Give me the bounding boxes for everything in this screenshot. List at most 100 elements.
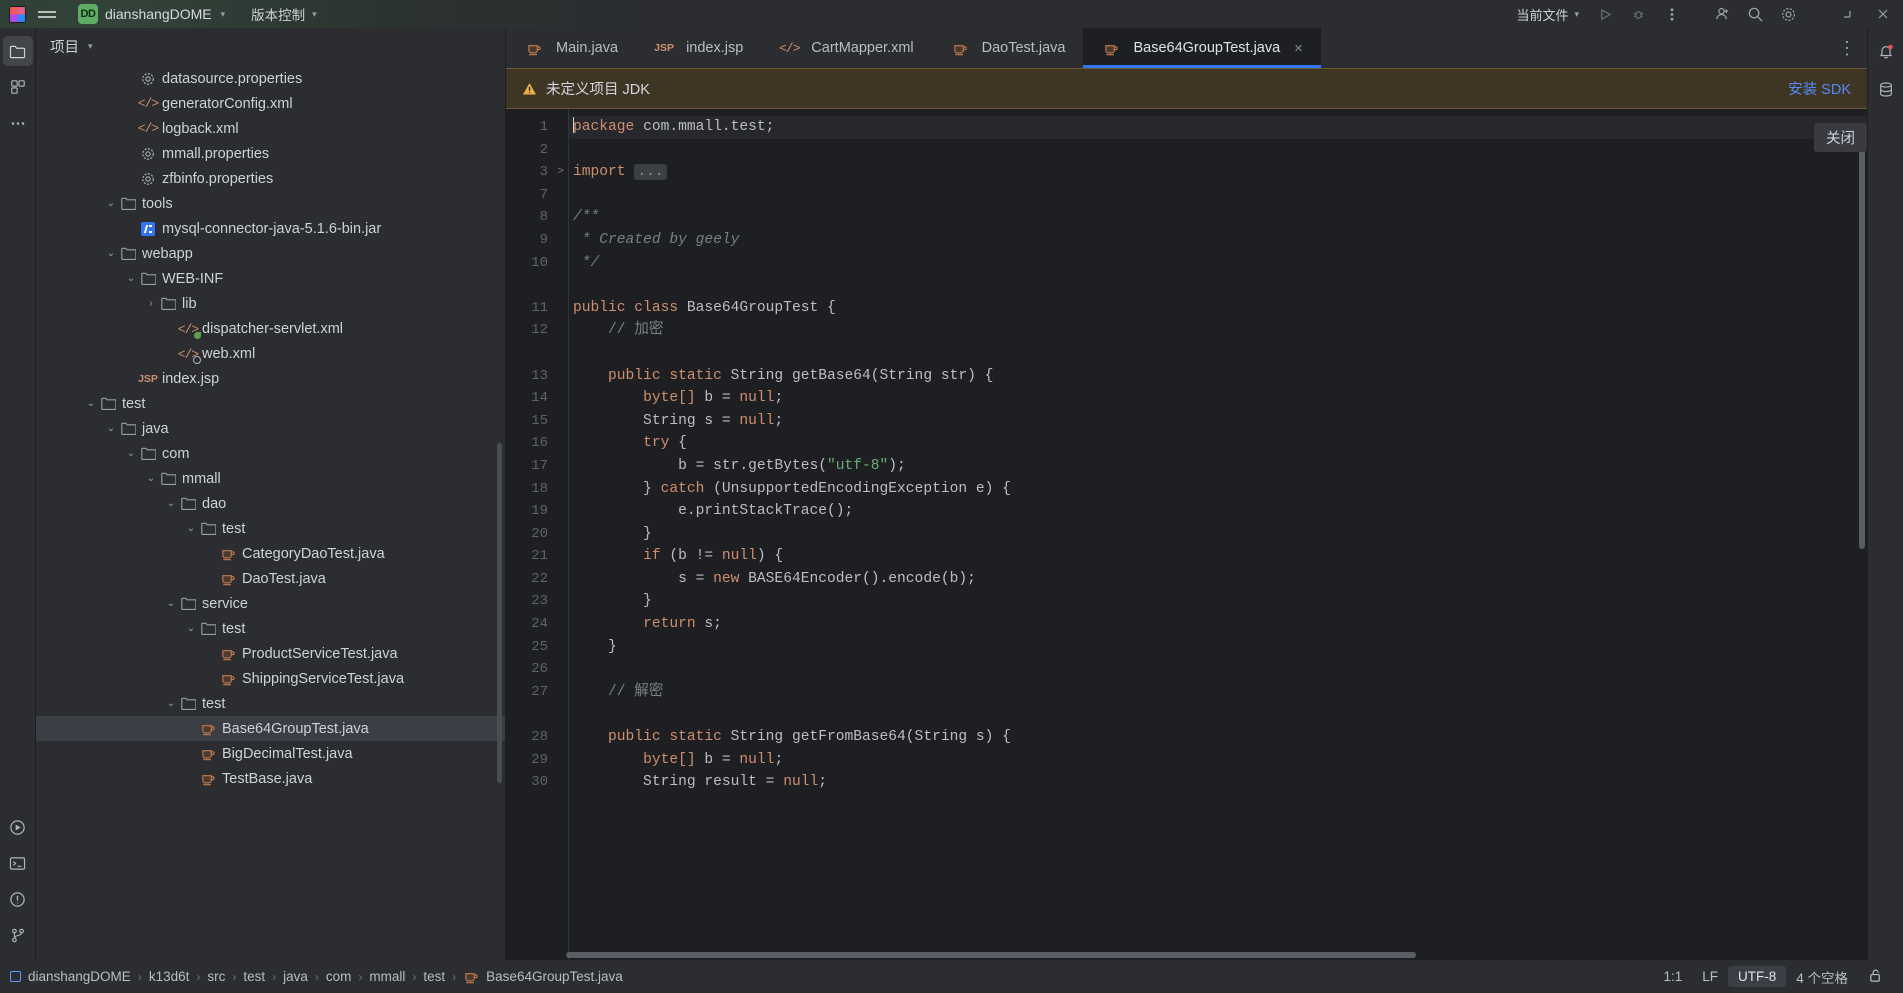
code-content[interactable]: package com.mmall.test; import ... /** *… [568, 109, 1867, 960]
run-configuration-selector[interactable]: 当前文件 ▾ [1516, 5, 1579, 24]
line-number-gutter[interactable]: 1 2 >3 7 8 9 10 11 12 13 14 15 16 17 18 19 20 21 22 23 24 25 2… [506, 109, 568, 960]
line-number[interactable] [506, 274, 568, 297]
breadcrumb-item[interactable]: k13d6t [149, 969, 190, 984]
code-line[interactable]: */ [569, 252, 1867, 275]
project-selector[interactable]: DD dianshangDOME ▾ [70, 3, 233, 25]
line-number[interactable]: 8 [506, 206, 568, 229]
chevron-right-icon[interactable]: › [144, 298, 158, 309]
unlocked-icon[interactable] [1858, 965, 1893, 989]
code-line[interactable]: import ... [569, 161, 1867, 184]
tree-row[interactable]: </> dispatcher-servlet.xml [36, 316, 505, 341]
chevron-down-icon[interactable]: ⌄ [164, 498, 178, 509]
tree-row[interactable]: DaoTest.java [36, 566, 505, 591]
breadcrumb-item[interactable]: dianshangDOME [28, 969, 131, 984]
code-line[interactable]: } [569, 590, 1867, 613]
sidebar-item-run[interactable] [3, 812, 33, 842]
line-number[interactable]: 26 [506, 658, 568, 681]
chevron-down-icon[interactable]: ⌄ [144, 473, 158, 484]
code-line[interactable]: if (b != null) { [569, 545, 1867, 568]
line-number[interactable]: >3 [506, 161, 568, 184]
tree-row[interactable]: ⌄ java [36, 416, 505, 441]
line-separator[interactable]: LF [1692, 966, 1728, 987]
sidebar-item-version-control[interactable] [3, 920, 33, 950]
code-line[interactable]: e.printStackTrace(); [569, 500, 1867, 523]
run-icon[interactable] [1589, 0, 1622, 28]
editor-tab-options-icon[interactable]: ⋮ [1827, 28, 1867, 68]
line-number[interactable]: 16 [506, 432, 568, 455]
fold-toggle-icon[interactable]: > [557, 161, 564, 184]
tree-row[interactable]: TestBase.java [36, 766, 505, 791]
sidebar-item-commit[interactable] [3, 72, 33, 102]
editor-vertical-scrollbar[interactable] [1859, 129, 1865, 549]
tree-row[interactable]: › lib [36, 291, 505, 316]
search-icon[interactable] [1739, 0, 1772, 28]
line-number[interactable]: 9 [506, 229, 568, 252]
tree-row[interactable]: </> generatorConfig.xml [36, 91, 505, 116]
close-tab-icon[interactable]: × [1294, 40, 1303, 57]
line-number[interactable]: 21 [506, 545, 568, 568]
close-icon[interactable] [1866, 0, 1899, 28]
line-number[interactable]: 1 [506, 116, 568, 139]
code-line[interactable]: try { [569, 432, 1867, 455]
project-tree[interactable]: datasource.properties </> generatorConfig.… [36, 64, 505, 960]
tree-row[interactable]: ⌄ com [36, 441, 505, 466]
chevron-down-icon[interactable]: ⌄ [84, 398, 98, 409]
breadcrumb-item[interactable]: test [243, 969, 265, 984]
line-number[interactable] [506, 342, 568, 365]
tree-row[interactable]: ⌄ test [36, 391, 505, 416]
line-number[interactable]: 14 [506, 387, 568, 410]
code-line[interactable]: * Created by geely [569, 229, 1867, 252]
code-line[interactable]: public static String getFromBase64(Strin… [569, 726, 1867, 749]
code-line[interactable] [569, 342, 1867, 365]
project-panel-header[interactable]: 项目 ▾ [36, 28, 505, 64]
tree-row[interactable]: CategoryDaoTest.java [36, 541, 505, 566]
sidebar-item-project[interactable] [2, 36, 33, 66]
breadcrumb[interactable]: dianshangDOME › k13d6t › src › test › java › com › m… [10, 969, 623, 984]
tree-row[interactable]: ProductServiceTest.java [36, 641, 505, 666]
tree-row[interactable]: ⌄ service [36, 591, 505, 616]
chevron-down-icon[interactable]: ⌄ [164, 698, 178, 709]
breadcrumb-item[interactable]: test [423, 969, 445, 984]
line-number[interactable]: 28 [506, 726, 568, 749]
code-line[interactable]: /** [569, 206, 1867, 229]
line-number[interactable]: 15 [506, 410, 568, 433]
editor-tab-index-jsp[interactable]: JSP index.jsp [636, 28, 762, 68]
line-number[interactable]: 13 [506, 365, 568, 388]
notifications-icon[interactable] [1871, 36, 1901, 66]
code-line[interactable]: return s; [569, 613, 1867, 636]
tree-row[interactable]: datasource.properties [36, 66, 505, 91]
code-line[interactable]: s = new BASE64Encoder().encode(b); [569, 568, 1867, 591]
line-number[interactable]: 2 [506, 139, 568, 162]
database-icon[interactable] [1871, 74, 1901, 104]
indent-setting[interactable]: 4 个空格 [1786, 964, 1858, 990]
line-number[interactable]: 23 [506, 590, 568, 613]
breadcrumb-item[interactable]: mmall [369, 969, 405, 984]
line-number[interactable]: 24 [506, 613, 568, 636]
tree-row[interactable]: BigDecimalTest.java [36, 741, 505, 766]
chevron-down-icon[interactable]: ⌄ [164, 598, 178, 609]
code-line[interactable] [569, 274, 1867, 297]
breadcrumb-item[interactable]: src [207, 969, 225, 984]
sidebar-item-problems[interactable] [3, 884, 33, 914]
code-line[interactable]: // 加密 [569, 319, 1867, 342]
main-menu-button[interactable] [30, 0, 64, 28]
chevron-down-icon[interactable]: ⌄ [104, 198, 118, 209]
line-number[interactable]: 30 [506, 771, 568, 794]
tree-row[interactable]: </> web.xml [36, 341, 505, 366]
line-number[interactable]: 7 [506, 184, 568, 207]
tree-row[interactable]: mmall.properties [36, 141, 505, 166]
tree-row[interactable]: ⌄ tools [36, 191, 505, 216]
code-line[interactable]: } [569, 636, 1867, 659]
sidebar-item-more[interactable] [3, 108, 33, 138]
tree-row[interactable]: </> logback.xml [36, 116, 505, 141]
gear-icon[interactable] [1772, 0, 1805, 28]
code-line[interactable]: byte[] b = null; [569, 387, 1867, 410]
breadcrumb-item[interactable]: java [283, 969, 308, 984]
editor-tab-cartmapper-xml[interactable]: </> CartMapper.xml [761, 28, 932, 68]
editor-tab-base64grouptest-java[interactable]: Base64GroupTest.java × [1083, 28, 1322, 68]
line-number[interactable]: 18 [506, 478, 568, 501]
editor-horizontal-scrollbar[interactable] [566, 952, 1416, 958]
add-service-icon[interactable] [1706, 0, 1739, 28]
tree-row[interactable]: ⌄ mmall [36, 466, 505, 491]
tree-row[interactable]: JSP index.jsp [36, 366, 505, 391]
